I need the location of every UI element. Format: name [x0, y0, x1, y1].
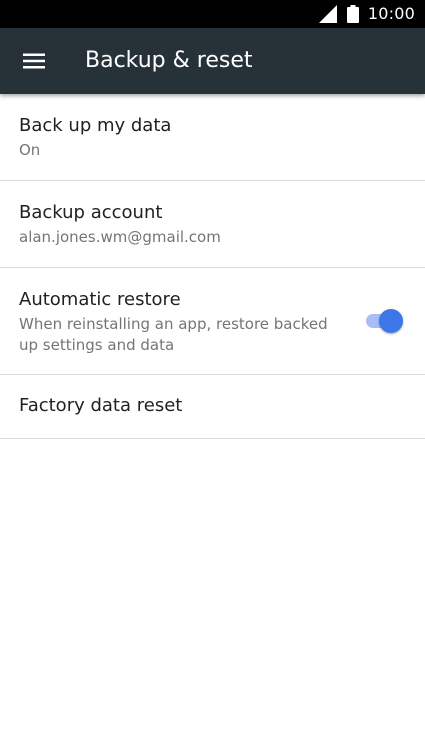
- setting-automatic-restore[interactable]: Automatic restore When reinstalling an a…: [0, 268, 425, 375]
- battery-full-icon: [346, 5, 359, 23]
- status-clock: 10:00: [367, 4, 415, 23]
- settings-list: Back up my data On Backup account alan.j…: [0, 94, 425, 439]
- setting-title: Factory data reset: [19, 395, 183, 416]
- setting-title: Backup account: [19, 202, 163, 223]
- setting-back-up-my-data[interactable]: Back up my data On: [0, 94, 425, 181]
- page-title: Backup & reset: [85, 48, 253, 73]
- app-bar: Backup & reset: [0, 28, 425, 94]
- setting-subtitle: alan.jones.wm@gmail.com: [19, 228, 221, 246]
- status-icons: 10:00: [318, 0, 415, 28]
- setting-factory-data-reset[interactable]: Factory data reset: [0, 375, 425, 439]
- setting-subtitle: On: [19, 141, 41, 159]
- setting-backup-account[interactable]: Backup account alan.jones.wm@gmail.com: [0, 181, 425, 268]
- status-bar: 10:00: [0, 0, 425, 28]
- automatic-restore-toggle[interactable]: [364, 309, 404, 333]
- setting-title: Automatic restore: [19, 289, 181, 310]
- hamburger-menu-icon: [23, 53, 45, 69]
- setting-subtitle: When reinstalling an app, restore backed…: [19, 315, 328, 354]
- setting-title: Back up my data: [19, 115, 172, 136]
- cell-signal-icon: [318, 5, 337, 23]
- menu-button[interactable]: [10, 37, 58, 85]
- toggle-thumb: [379, 309, 403, 333]
